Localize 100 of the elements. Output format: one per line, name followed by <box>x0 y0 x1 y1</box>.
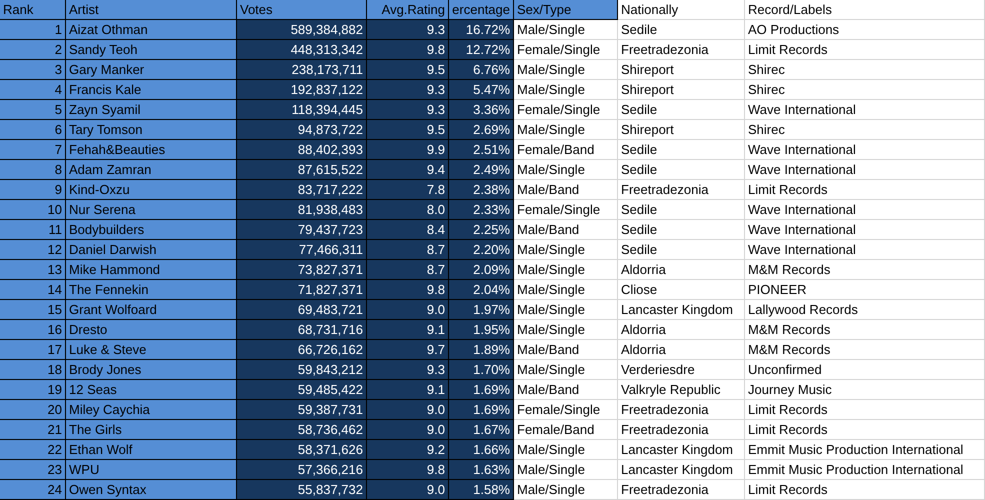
table-cell: Female/Single <box>514 100 618 120</box>
table-cell: Freetradezonia <box>618 480 745 500</box>
table-cell: Sedile <box>618 240 745 260</box>
table-cell: 10 <box>0 200 66 220</box>
column-header: Artist <box>66 0 237 20</box>
table-cell: 21 <box>0 420 66 440</box>
table-cell: Wave International <box>745 140 985 160</box>
table-cell: Shireport <box>618 80 745 100</box>
table-cell: 55,837,732 <box>237 480 367 500</box>
table-cell: Tary Tomson <box>66 120 237 140</box>
table-cell: Female/Single <box>514 400 618 420</box>
table-cell: 17 <box>0 340 66 360</box>
table-cell: 9.5 <box>367 60 449 80</box>
table-cell: Male/Single <box>514 160 618 180</box>
table-cell: The Fennekin <box>66 280 237 300</box>
table-cell: 3 <box>0 60 66 80</box>
table-cell: 12 <box>0 240 66 260</box>
table-cell: 16 <box>0 320 66 340</box>
table-cell: Female/Band <box>514 420 618 440</box>
table-cell: Zayn Syamil <box>66 100 237 120</box>
table-cell: Emmit Music Production International <box>745 460 985 480</box>
table-cell: 79,437,723 <box>237 220 367 240</box>
table-cell: 24 <box>0 480 66 500</box>
table-cell: Freetradezonia <box>618 420 745 440</box>
table-cell: 9.1 <box>367 320 449 340</box>
table-cell: 2.33% <box>449 200 514 220</box>
table-cell: Male/Single <box>514 80 618 100</box>
table-cell: 1.70% <box>449 360 514 380</box>
table-cell: Limit Records <box>745 420 985 440</box>
table-cell: Freetradezonia <box>618 400 745 420</box>
table-cell: 9.1 <box>367 380 449 400</box>
table-cell: M&M Records <box>745 340 985 360</box>
table-cell: Wave International <box>745 160 985 180</box>
column-header: Record/Labels <box>745 0 985 20</box>
table-cell: Female/Single <box>514 200 618 220</box>
table-cell: 9.2 <box>367 440 449 460</box>
table-cell: 3.36% <box>449 100 514 120</box>
table-cell: Bodybuilders <box>66 220 237 240</box>
table-cell: 9.8 <box>367 40 449 60</box>
table-cell: 66,726,162 <box>237 340 367 360</box>
table-cell: 9.8 <box>367 280 449 300</box>
table-cell: 2.69% <box>449 120 514 140</box>
table-cell: 69,483,721 <box>237 300 367 320</box>
table-cell: 2.51% <box>449 140 514 160</box>
table-cell: 9.8 <box>367 460 449 480</box>
table-cell: 9 <box>0 180 66 200</box>
table-cell: 2.09% <box>449 260 514 280</box>
table-cell: Grant Wolfoard <box>66 300 237 320</box>
table-cell: 1 <box>0 20 66 40</box>
table-cell: Aldorria <box>618 260 745 280</box>
table-cell: 58,371,626 <box>237 440 367 460</box>
table-cell: WPU <box>66 460 237 480</box>
table-cell: Shirec <box>745 120 985 140</box>
table-cell: 9.4 <box>367 160 449 180</box>
table-cell: 9.9 <box>367 140 449 160</box>
table-cell: 7 <box>0 140 66 160</box>
table-cell: 2.49% <box>449 160 514 180</box>
table-cell: 1.58% <box>449 480 514 500</box>
table-cell: Sedile <box>618 100 745 120</box>
table-cell: M&M Records <box>745 260 985 280</box>
table-cell: Male/Single <box>514 440 618 460</box>
table-cell: Female/Band <box>514 140 618 160</box>
table-cell: 9.0 <box>367 480 449 500</box>
table-cell: Owen Syntax <box>66 480 237 500</box>
table-cell: 9.0 <box>367 300 449 320</box>
table-cell: Valkryle Republic <box>618 380 745 400</box>
column-header: Avg.Rating <box>367 0 449 20</box>
table-cell: 5.47% <box>449 80 514 100</box>
table-cell: Male/Band <box>514 180 618 200</box>
table-cell: 7.8 <box>367 180 449 200</box>
table-cell: 12 Seas <box>66 380 237 400</box>
table-cell: 71,827,371 <box>237 280 367 300</box>
table-cell: Male/Single <box>514 260 618 280</box>
table-cell: Dresto <box>66 320 237 340</box>
table-cell: 1.66% <box>449 440 514 460</box>
column-header: Nationally <box>618 0 745 20</box>
table-cell: 1.95% <box>449 320 514 340</box>
table-cell: Aizat Othman <box>66 20 237 40</box>
table-cell: 57,366,216 <box>237 460 367 480</box>
table-cell: 9.0 <box>367 400 449 420</box>
column-header: ercentage <box>449 0 514 20</box>
table-cell: 19 <box>0 380 66 400</box>
table-cell: 9.0 <box>367 420 449 440</box>
table-cell: 1.63% <box>449 460 514 480</box>
table-cell: Male/Band <box>514 220 618 240</box>
table-cell: Sandy Teoh <box>66 40 237 60</box>
table-cell: Sedile <box>618 220 745 240</box>
table-cell: 8.4 <box>367 220 449 240</box>
table-cell: 6 <box>0 120 66 140</box>
table-cell: 118,394,445 <box>237 100 367 120</box>
table-cell: Aldorria <box>618 320 745 340</box>
column-header: Votes <box>237 0 367 20</box>
table-cell: 2.25% <box>449 220 514 240</box>
table-cell: Limit Records <box>745 40 985 60</box>
table-cell: Male/Band <box>514 380 618 400</box>
table-cell: Shireport <box>618 120 745 140</box>
table-cell: Luke & Steve <box>66 340 237 360</box>
table-cell: Fehah&Beauties <box>66 140 237 160</box>
table-cell: 8.0 <box>367 200 449 220</box>
table-cell: 16.72% <box>449 20 514 40</box>
